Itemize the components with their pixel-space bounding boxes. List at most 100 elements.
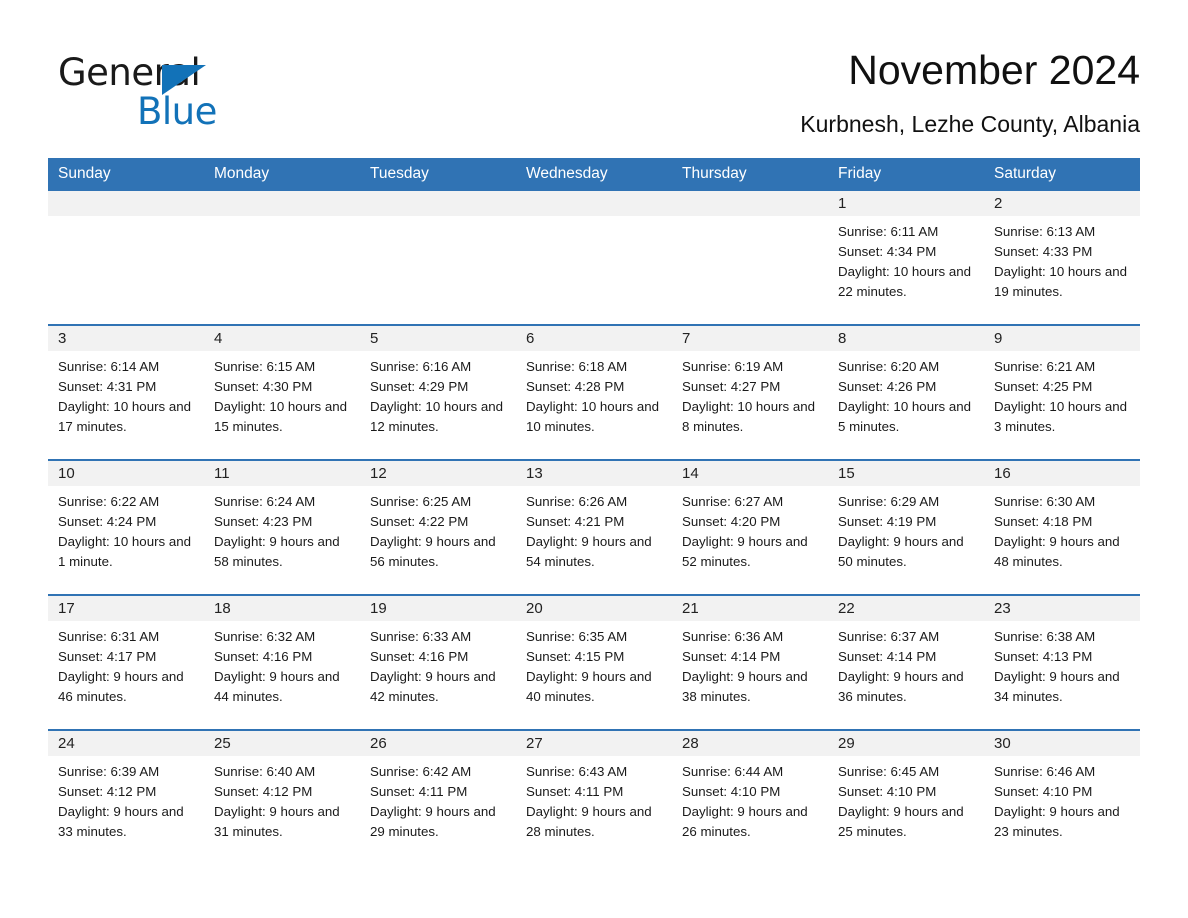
calendar-week-row: 3 Sunrise: 6:14 AM Sunset: 4:31 PM Daylight… (48, 324, 1140, 459)
day-cell[interactable]: 6 Sunrise: 6:18 AM Sunset: 4:28 PM Daylight… (516, 326, 672, 459)
daylight-text: Daylight: 10 hours and 12 minutes. (370, 399, 504, 434)
daylight-text: Daylight: 10 hours and 1 minute. (58, 534, 192, 569)
sunset-text: Sunset: 4:14 PM (682, 649, 781, 664)
day-number: 7 (672, 326, 828, 351)
day-details: Sunrise: 6:15 AM Sunset: 4:30 PM Daylight:… (204, 351, 360, 437)
day-details: Sunrise: 6:37 AM Sunset: 4:14 PM Daylight:… (828, 621, 984, 707)
day-number (516, 191, 672, 216)
daylight-text: Daylight: 9 hours and 25 minutes. (838, 804, 964, 839)
daylight-text: Daylight: 9 hours and 44 minutes. (214, 669, 340, 704)
sunrise-text: Sunrise: 6:24 AM (214, 494, 316, 509)
page-title: November 2024 (848, 47, 1140, 93)
day-number: 17 (48, 596, 204, 621)
daylight-text: Daylight: 9 hours and 46 minutes. (58, 669, 184, 704)
day-cell[interactable]: 16 Sunrise: 6:30 AM Sunset: 4:18 PM Dayligh… (984, 461, 1140, 594)
weekday-header-saturday: Saturday (994, 165, 1057, 182)
day-cell[interactable]: 10 Sunrise: 6:22 AM Sunset: 4:24 PM Dayligh… (48, 461, 204, 594)
day-cell[interactable]: 25 Sunrise: 6:40 AM Sunset: 4:12 PM Dayligh… (204, 731, 360, 864)
sunrise-text: Sunrise: 6:26 AM (526, 494, 628, 509)
day-cell[interactable]: 20 Sunrise: 6:35 AM Sunset: 4:15 PM Dayligh… (516, 596, 672, 729)
day-number: 11 (204, 461, 360, 486)
sunset-text: Sunset: 4:34 PM (838, 244, 937, 259)
day-cell[interactable]: 19 Sunrise: 6:33 AM Sunset: 4:16 PM Dayligh… (360, 596, 516, 729)
day-number: 10 (48, 461, 204, 486)
day-number: 18 (204, 596, 360, 621)
logo-word-blue: Blue (137, 90, 217, 133)
day-cell[interactable]: 22 Sunrise: 6:37 AM Sunset: 4:14 PM Dayligh… (828, 596, 984, 729)
day-cell[interactable]: 12 Sunrise: 6:25 AM Sunset: 4:22 PM Dayligh… (360, 461, 516, 594)
sunset-text: Sunset: 4:15 PM (526, 649, 625, 664)
day-number: 29 (828, 731, 984, 756)
weekday-header-friday: Friday (838, 165, 882, 182)
weekday-header-tuesday: Tuesday (370, 165, 429, 182)
day-details: Sunrise: 6:38 AM Sunset: 4:13 PM Daylight:… (984, 621, 1140, 707)
day-cell[interactable]: 1 Sunrise: 6:11 AM Sunset: 4:34 PM Daylight… (828, 191, 984, 324)
calendar-week-row: 1 Sunrise: 6:11 AM Sunset: 4:34 PM Daylight… (48, 191, 1140, 324)
sunset-text: Sunset: 4:29 PM (370, 379, 469, 394)
sunset-text: Sunset: 4:10 PM (838, 784, 937, 799)
day-cell[interactable]: 27 Sunrise: 6:43 AM Sunset: 4:11 PM Dayligh… (516, 731, 672, 864)
day-details: Sunrise: 6:25 AM Sunset: 4:22 PM Daylight:… (360, 486, 516, 572)
day-number: 3 (48, 326, 204, 351)
day-cell[interactable]: 26 Sunrise: 6:42 AM Sunset: 4:11 PM Dayligh… (360, 731, 516, 864)
day-cell[interactable]: 9 Sunrise: 6:21 AM Sunset: 4:25 PM Daylight… (984, 326, 1140, 459)
day-cell-empty (672, 191, 828, 324)
day-number: 14 (672, 461, 828, 486)
day-details: Sunrise: 6:45 AM Sunset: 4:10 PM Daylight:… (828, 756, 984, 842)
daylight-text: Daylight: 9 hours and 38 minutes. (682, 669, 808, 704)
day-details: Sunrise: 6:39 AM Sunset: 4:12 PM Daylight:… (48, 756, 204, 842)
sunrise-text: Sunrise: 6:29 AM (838, 494, 940, 509)
sunset-text: Sunset: 4:21 PM (526, 514, 625, 529)
day-cell[interactable]: 3 Sunrise: 6:14 AM Sunset: 4:31 PM Daylight… (48, 326, 204, 459)
day-cell[interactable]: 23 Sunrise: 6:38 AM Sunset: 4:13 PM Dayligh… (984, 596, 1140, 729)
day-cell[interactable]: 4 Sunrise: 6:15 AM Sunset: 4:30 PM Daylight… (204, 326, 360, 459)
day-number: 30 (984, 731, 1140, 756)
sunrise-text: Sunrise: 6:25 AM (370, 494, 472, 509)
generalblue-logo[interactable]: General Blue (58, 52, 318, 138)
day-number: 1 (828, 191, 984, 216)
day-cell[interactable]: 13 Sunrise: 6:26 AM Sunset: 4:21 PM Dayligh… (516, 461, 672, 594)
daylight-text: Daylight: 9 hours and 56 minutes. (370, 534, 496, 569)
weekday-header-sunday: Sunday (58, 165, 111, 182)
day-number: 26 (360, 731, 516, 756)
day-details: Sunrise: 6:21 AM Sunset: 4:25 PM Daylight:… (984, 351, 1140, 437)
sunrise-text: Sunrise: 6:18 AM (526, 359, 628, 374)
day-cell[interactable]: 8 Sunrise: 6:20 AM Sunset: 4:26 PM Daylight… (828, 326, 984, 459)
daylight-text: Daylight: 10 hours and 15 minutes. (214, 399, 348, 434)
sunset-text: Sunset: 4:12 PM (214, 784, 313, 799)
day-cell[interactable]: 28 Sunrise: 6:44 AM Sunset: 4:10 PM Dayligh… (672, 731, 828, 864)
day-cell[interactable]: 7 Sunrise: 6:19 AM Sunset: 4:27 PM Daylight… (672, 326, 828, 459)
sunrise-text: Sunrise: 6:21 AM (994, 359, 1096, 374)
day-cell[interactable]: 11 Sunrise: 6:24 AM Sunset: 4:23 PM Dayligh… (204, 461, 360, 594)
day-cell[interactable]: 2 Sunrise: 6:13 AM Sunset: 4:33 PM Daylight… (984, 191, 1140, 324)
day-cell[interactable]: 18 Sunrise: 6:32 AM Sunset: 4:16 PM Dayligh… (204, 596, 360, 729)
sunrise-text: Sunrise: 6:40 AM (214, 764, 316, 779)
day-number (672, 191, 828, 216)
day-number: 20 (516, 596, 672, 621)
day-cell[interactable]: 15 Sunrise: 6:29 AM Sunset: 4:19 PM Dayligh… (828, 461, 984, 594)
day-cell[interactable]: 5 Sunrise: 6:16 AM Sunset: 4:29 PM Daylight… (360, 326, 516, 459)
day-cell[interactable]: 21 Sunrise: 6:36 AM Sunset: 4:14 PM Dayligh… (672, 596, 828, 729)
day-cell[interactable]: 24 Sunrise: 6:39 AM Sunset: 4:12 PM Dayligh… (48, 731, 204, 864)
sunrise-text: Sunrise: 6:14 AM (58, 359, 160, 374)
day-details: Sunrise: 6:36 AM Sunset: 4:14 PM Daylight:… (672, 621, 828, 707)
day-details: Sunrise: 6:29 AM Sunset: 4:19 PM Daylight:… (828, 486, 984, 572)
daylight-text: Daylight: 9 hours and 58 minutes. (214, 534, 340, 569)
sunset-text: Sunset: 4:16 PM (214, 649, 313, 664)
sunset-text: Sunset: 4:22 PM (370, 514, 469, 529)
day-cell-empty (204, 191, 360, 324)
day-details: Sunrise: 6:19 AM Sunset: 4:27 PM Daylight:… (672, 351, 828, 437)
sunset-text: Sunset: 4:31 PM (58, 379, 157, 394)
sunrise-text: Sunrise: 6:20 AM (838, 359, 940, 374)
day-cell[interactable]: 17 Sunrise: 6:31 AM Sunset: 4:17 PM Dayligh… (48, 596, 204, 729)
daylight-text: Daylight: 9 hours and 34 minutes. (994, 669, 1120, 704)
day-number: 24 (48, 731, 204, 756)
day-cell[interactable]: 14 Sunrise: 6:27 AM Sunset: 4:20 PM Dayligh… (672, 461, 828, 594)
daylight-text: Daylight: 10 hours and 17 minutes. (58, 399, 192, 434)
day-number: 9 (984, 326, 1140, 351)
daylight-text: Daylight: 9 hours and 42 minutes. (370, 669, 496, 704)
day-cell[interactable]: 30 Sunrise: 6:46 AM Sunset: 4:10 PM Dayligh… (984, 731, 1140, 864)
daylight-text: Daylight: 9 hours and 23 minutes. (994, 804, 1120, 839)
day-cell[interactable]: 29 Sunrise: 6:45 AM Sunset: 4:10 PM Dayligh… (828, 731, 984, 864)
day-details: Sunrise: 6:20 AM Sunset: 4:26 PM Daylight:… (828, 351, 984, 437)
